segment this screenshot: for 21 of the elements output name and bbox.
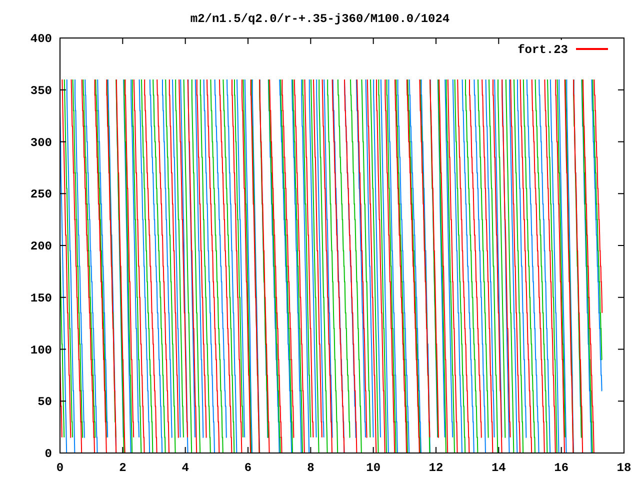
x-tick-label: 16: [554, 461, 569, 475]
x-tick-label: 12: [428, 461, 444, 475]
x-tick-label: 14: [491, 461, 506, 475]
legend-label: fort.23: [518, 43, 568, 57]
y-tick-label: 100: [30, 343, 52, 358]
x-tick-label: 0: [56, 461, 64, 475]
x-tick-label: 8: [307, 461, 314, 475]
x-tick-label: 4: [182, 461, 189, 475]
y-tick-label: 250: [30, 188, 52, 202]
x-tick-label: 6: [244, 461, 252, 475]
y-tick-label: 300: [30, 136, 52, 150]
y-tick-label: 350: [30, 84, 52, 98]
chart-title: m2/n1.5/q2.0/r-+.35-j360/M100.0/1024: [190, 12, 450, 26]
y-tick-label: 150: [30, 291, 52, 306]
x-tick-label: 2: [119, 461, 126, 475]
y-tick-label: 50: [38, 395, 52, 410]
x-tick-label: 18: [616, 461, 632, 475]
y-tick-label: 200: [30, 240, 52, 254]
y-tick-label: 400: [30, 32, 52, 46]
x-tick-label: 10: [366, 461, 381, 475]
y-tick-label: 0: [44, 447, 52, 461]
